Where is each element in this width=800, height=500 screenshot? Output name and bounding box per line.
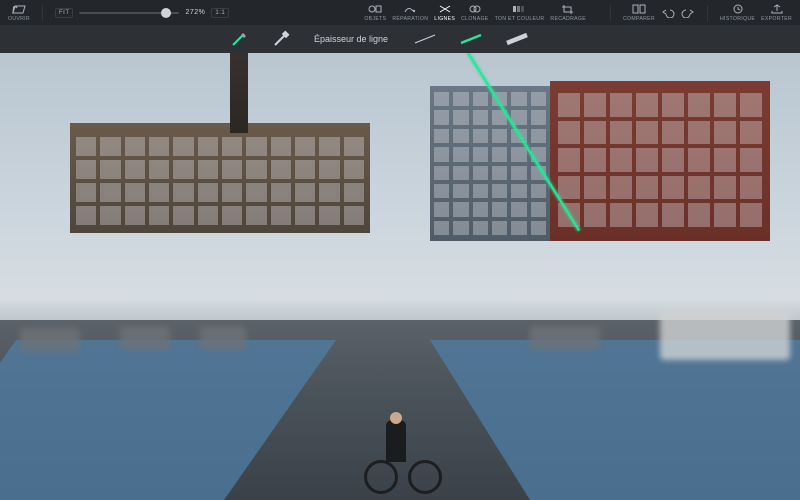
cyclist — [360, 404, 440, 494]
undo-icon — [661, 8, 675, 18]
zoom-slider[interactable] — [79, 12, 179, 14]
line-tool-draw[interactable] — [230, 30, 248, 48]
car — [660, 310, 790, 360]
compare-button[interactable]: COMPARER — [623, 0, 655, 25]
clone-icon — [468, 4, 482, 14]
divider — [707, 5, 708, 21]
toolbar-tools: OBJETS RÉPARATION LIGNES CLONAGE TON ET … — [364, 0, 586, 25]
photo-buildings — [0, 53, 800, 333]
open-label: OUVRIR — [8, 16, 30, 22]
open-button[interactable]: OUVRIR — [8, 0, 30, 25]
tool-repair-label: RÉPARATION — [392, 16, 428, 22]
zoom-fit-button[interactable]: FIT — [55, 8, 74, 18]
open-icon — [12, 4, 26, 14]
export-icon — [770, 4, 784, 14]
tool-clone[interactable]: CLONAGE — [461, 0, 488, 25]
divider — [610, 5, 611, 21]
tool-tone[interactable]: TON ET COULEUR — [495, 0, 545, 25]
repair-icon — [403, 4, 417, 14]
building-glass — [430, 86, 550, 241]
thickness-thin[interactable] — [412, 31, 438, 47]
history-button[interactable]: HISTORIQUE — [720, 0, 755, 25]
redo-button[interactable] — [681, 0, 695, 25]
tone-icon — [512, 4, 526, 14]
undo-button[interactable] — [661, 0, 675, 25]
car — [530, 326, 600, 350]
tool-tone-label: TON ET COULEUR — [495, 16, 545, 22]
tool-crop[interactable]: RECADRAGE — [550, 0, 586, 25]
thickness-medium[interactable] — [458, 31, 484, 47]
redo-icon — [681, 8, 695, 18]
export-button[interactable]: EXPORTER — [761, 0, 792, 25]
history-label: HISTORIQUE — [720, 16, 755, 22]
top-toolbar: OUVRIR FIT 272% 1:1 OBJETS RÉPARATION LI… — [0, 0, 800, 25]
canvas[interactable] — [0, 53, 800, 500]
car — [120, 326, 170, 350]
lines-icon — [438, 4, 452, 14]
sub-toolbar: Épaisseur de ligne — [0, 25, 800, 53]
divider — [42, 5, 43, 21]
cyclist-body — [386, 420, 406, 462]
toolbar-left: OUVRIR FIT 272% 1:1 — [8, 0, 229, 25]
thickness-label: Épaisseur de ligne — [314, 34, 388, 44]
export-label: EXPORTER — [761, 16, 792, 22]
car — [200, 326, 246, 350]
tool-repair[interactable]: RÉPARATION — [392, 0, 428, 25]
tool-lines-label: LIGNES — [434, 16, 455, 22]
objects-icon — [368, 4, 382, 14]
building-row — [70, 123, 370, 233]
building-red — [550, 81, 770, 241]
thickness-options — [412, 31, 530, 47]
tool-crop-label: RECADRAGE — [550, 16, 586, 22]
line-tool-erase[interactable] — [272, 30, 290, 48]
crop-icon — [561, 4, 575, 14]
zoom-slider-knob[interactable] — [161, 8, 171, 18]
tool-lines[interactable]: LIGNES — [434, 0, 455, 25]
car — [20, 328, 80, 352]
clock-tower — [230, 53, 248, 133]
wheel — [408, 460, 442, 494]
compare-label: COMPARER — [623, 16, 655, 22]
wheel — [364, 460, 398, 494]
toolbar-right: COMPARER HISTORIQUE EXPORTER — [604, 0, 792, 25]
compare-icon — [632, 4, 646, 14]
tool-objects-label: OBJETS — [364, 16, 386, 22]
thickness-thick[interactable] — [504, 31, 530, 47]
cyclist-head — [390, 412, 402, 424]
zoom-percent: 272% — [185, 9, 205, 16]
history-icon — [731, 4, 745, 14]
zoom-1to1-button[interactable]: 1:1 — [211, 8, 229, 18]
tool-clone-label: CLONAGE — [461, 16, 488, 22]
tool-objects[interactable]: OBJETS — [364, 0, 386, 25]
